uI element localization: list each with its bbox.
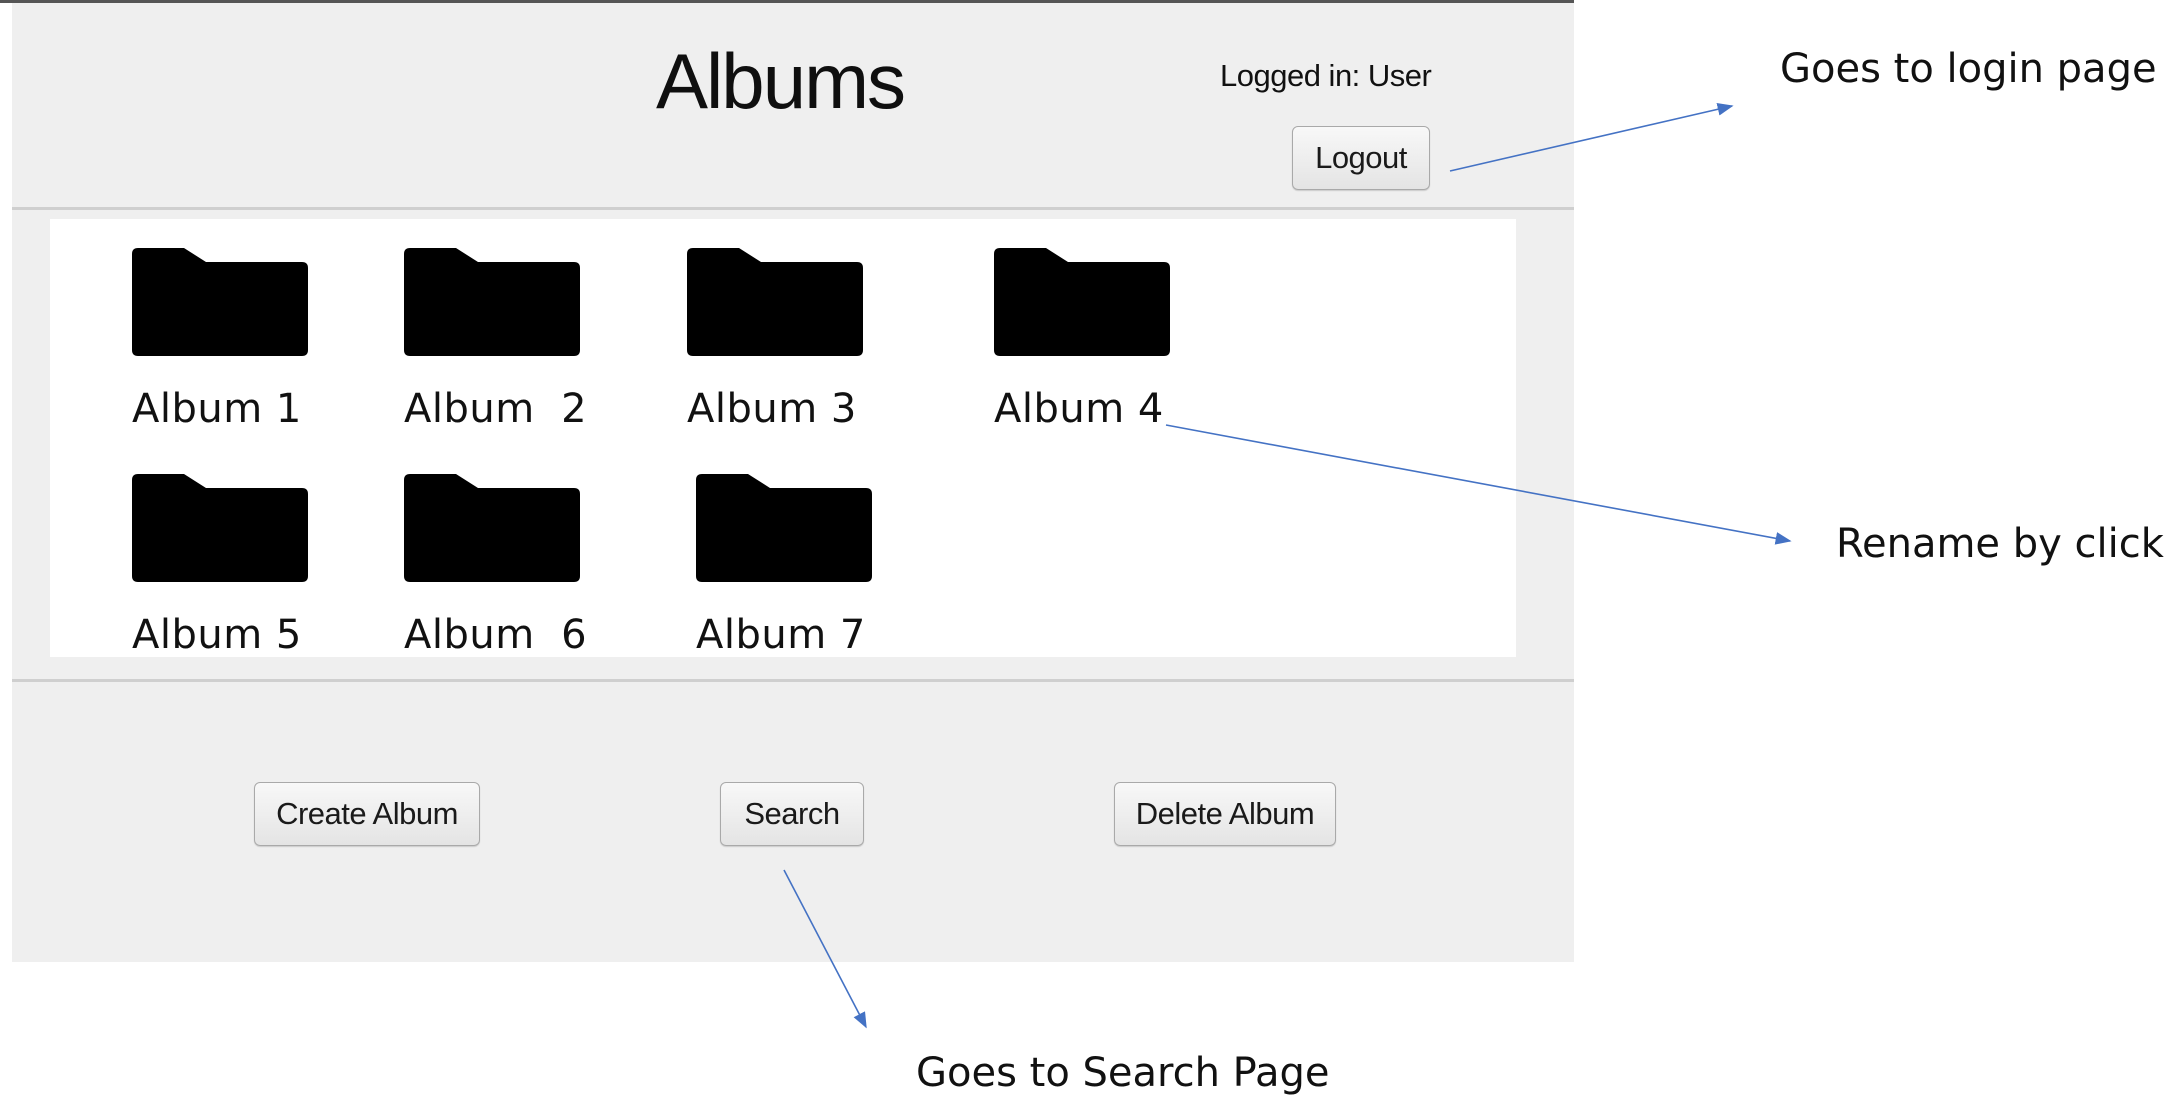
- logged-in-status: Logged in: User: [1220, 58, 1432, 93]
- album-label: Album 6: [404, 612, 588, 658]
- album-item-7[interactable]: Album 7: [696, 474, 906, 658]
- album-label: Album 3: [687, 386, 857, 432]
- album-item-2[interactable]: Album 2: [404, 248, 614, 432]
- album-label: Album 5: [132, 612, 302, 658]
- album-label: Album 2: [404, 386, 588, 432]
- folder-icon: [687, 248, 863, 356]
- footer-divider: [12, 679, 1574, 682]
- create-album-button[interactable]: Create Album: [254, 782, 480, 846]
- page-title: Albums: [655, 37, 906, 125]
- folder-icon: [696, 474, 872, 582]
- annotation-rename: Rename by click: [1836, 521, 2164, 567]
- logout-button[interactable]: Logout: [1292, 126, 1430, 190]
- folder-icon: [404, 474, 580, 582]
- album-item-3[interactable]: Album 3: [687, 248, 897, 432]
- album-item-1[interactable]: Album 1: [132, 248, 342, 432]
- folder-icon: [132, 248, 308, 356]
- delete-album-button[interactable]: Delete Album: [1114, 782, 1336, 846]
- folder-icon: [404, 248, 580, 356]
- header-divider: [12, 207, 1574, 210]
- annotation-logout: Goes to login page: [1780, 46, 2157, 92]
- folder-icon: [994, 248, 1170, 356]
- album-label: Album 4: [994, 386, 1164, 432]
- folder-icon: [132, 474, 308, 582]
- album-item-5[interactable]: Album 5: [132, 474, 342, 658]
- album-label: Album 1: [132, 386, 302, 432]
- annotation-search: Goes to Search Page: [916, 1050, 1330, 1096]
- album-item-4[interactable]: Album 4: [994, 248, 1204, 432]
- search-button[interactable]: Search: [720, 782, 864, 846]
- album-item-6[interactable]: Album 6: [404, 474, 614, 658]
- album-label: Album 7: [696, 612, 866, 658]
